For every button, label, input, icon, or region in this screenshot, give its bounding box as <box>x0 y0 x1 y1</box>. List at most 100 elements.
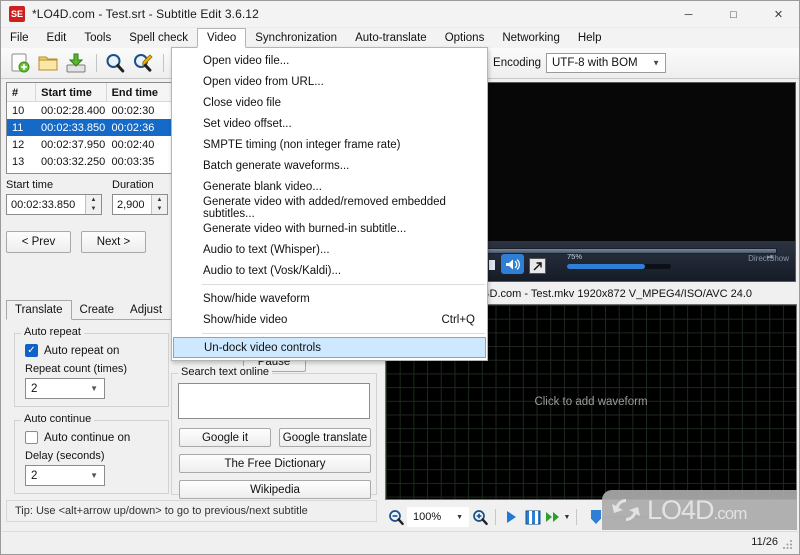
cell-start-time: 00:03:32.250 <box>41 155 106 168</box>
stepper-down-icon[interactable]: ▼ <box>86 205 101 215</box>
waveform-toolbar-separator <box>495 509 496 525</box>
checkbox-checked-icon: ✓ <box>25 344 38 357</box>
menu-item-generate-video-embedded-subtitles[interactable]: Generate video with added/removed embedd… <box>172 196 487 220</box>
tab-adjust[interactable]: Adjust <box>122 300 170 320</box>
toolbar-separator-2 <box>163 54 164 72</box>
maximize-button[interactable]: □ <box>711 1 756 28</box>
open-file-icon[interactable] <box>35 51 61 76</box>
close-button[interactable]: ✕ <box>756 1 799 28</box>
zoom-out-icon[interactable] <box>385 506 407 528</box>
fullscreen-icon[interactable] <box>529 258 546 274</box>
menu-item-generate-video-burned-in[interactable]: Generate video with burned-in subtitle..… <box>172 218 487 239</box>
encoding-value: UTF-8 with BOM <box>552 57 638 69</box>
watermark-text: LO4D.com <box>647 494 747 525</box>
menu-item-un-dock-video-controls[interactable]: Un-dock video controls <box>173 337 486 358</box>
table-row[interactable]: 13 00:03:32.250 00:03:35 <box>7 153 177 170</box>
stepper-down-icon[interactable]: ▼ <box>152 205 167 215</box>
zoom-in-icon[interactable] <box>469 506 491 528</box>
waveform-vertical-slider-handle[interactable] <box>591 510 601 524</box>
column-header-number[interactable]: # <box>7 83 37 102</box>
app-icon: SE <box>9 6 25 22</box>
repeat-count-select[interactable]: 2 ▼ <box>25 378 105 399</box>
menu-networking[interactable]: Networking <box>493 28 569 48</box>
play-icon[interactable] <box>500 506 522 528</box>
menu-item-show-hide-waveform[interactable]: Show/hide waveform <box>172 288 487 309</box>
table-row[interactable]: 11 00:02:33.850 00:02:36 <box>7 119 177 136</box>
search-input[interactable] <box>178 383 370 419</box>
menu-item-set-video-offset[interactable]: Set video offset... <box>172 113 487 134</box>
replace-icon[interactable] <box>130 51 156 76</box>
menu-separator-2 <box>202 333 485 334</box>
speaker-icon[interactable] <box>501 254 524 274</box>
menu-file[interactable]: File <box>1 28 38 48</box>
menu-synchronization[interactable]: Synchronization <box>246 28 346 48</box>
auto-repeat-group: Auto repeat ✓ Auto repeat on Repeat coun… <box>14 326 169 407</box>
column-header-start-time[interactable]: Start time <box>36 83 107 102</box>
wikipedia-button[interactable]: Wikipedia <box>179 480 371 499</box>
save-file-icon[interactable] <box>63 51 89 76</box>
minimize-button[interactable]: ─ <box>666 1 711 28</box>
cell-end-time: 00:03:35 <box>111 155 155 168</box>
encoding-combo[interactable]: UTF-8 with BOM ▼ <box>546 53 666 73</box>
forward-dropdown-icon[interactable]: ▼ <box>562 506 572 528</box>
delay-select[interactable]: 2 ▼ <box>25 465 105 486</box>
menu-tools[interactable]: Tools <box>75 28 120 48</box>
fast-forward-icon[interactable] <box>544 506 562 528</box>
auto-continue-checkbox[interactable]: Auto continue on <box>25 431 168 444</box>
auto-continue-label: Auto continue on <box>44 431 131 444</box>
tab-translate[interactable]: Translate <box>6 300 72 320</box>
menu-item-open-video-from-url[interactable]: Open video from URL... <box>172 71 487 92</box>
menu-item-generate-blank-video[interactable]: Generate blank video... <box>172 176 487 197</box>
search-online-group: Search text online Google it Google tran… <box>171 366 377 499</box>
spectrogram-icon[interactable] <box>522 506 544 528</box>
start-time-input[interactable]: 00:02:33.850 ▲ ▼ <box>6 194 102 215</box>
menu-item-audio-to-text-whisper[interactable]: Audio to text (Whisper)... <box>172 239 487 260</box>
table-row[interactable]: 12 00:02:37.950 00:02:40 <box>7 136 177 153</box>
chevron-down-icon: ▼ <box>456 513 463 521</box>
menu-item-audio-to-text-vosk[interactable]: Audio to text (Vosk/Kaldi)... <box>172 260 487 281</box>
new-file-icon[interactable] <box>7 51 33 76</box>
google-it-button[interactable]: Google it <box>179 428 271 447</box>
menu-spell-check[interactable]: Spell check <box>120 28 197 48</box>
menu-item-label: Show/hide video <box>203 313 288 326</box>
delay-label: Delay (seconds) <box>25 450 105 462</box>
stepper-up-icon[interactable]: ▲ <box>86 195 101 205</box>
video-player[interactable]: ▸▸ 75% DirectShow <box>478 82 796 282</box>
menu-item-close-video-file[interactable]: Close video file <box>172 92 487 113</box>
menu-auto-translate[interactable]: Auto-translate <box>346 28 436 48</box>
cell-number: 10 <box>12 104 25 117</box>
table-row[interactable]: 10 00:02:28.400 00:02:30 <box>7 102 177 119</box>
zoom-level-combo[interactable]: 100% ▼ <box>407 507 469 527</box>
start-time-stepper[interactable]: ▲ ▼ <box>85 195 101 214</box>
menu-video[interactable]: Video <box>197 28 247 48</box>
window-title: *LO4D.com - Test.srt - Subtitle Edit 3.6… <box>32 7 259 21</box>
menu-item-smpte-timing[interactable]: SMPTE timing (non integer frame rate) <box>172 134 487 155</box>
auto-repeat-checkbox[interactable]: ✓ Auto repeat on <box>25 344 168 357</box>
tab-strip: Translate Create Adjust <box>6 300 178 320</box>
video-screen[interactable] <box>479 83 795 241</box>
find-icon[interactable] <box>102 51 128 76</box>
subtitle-list[interactable]: # Start time End time 10 00:02:28.400 00… <box>6 82 178 174</box>
google-translate-button[interactable]: Google translate <box>279 428 371 447</box>
stepper-up-icon[interactable]: ▲ <box>152 195 167 205</box>
menu-options[interactable]: Options <box>436 28 494 48</box>
menu-item-batch-generate-waveforms[interactable]: Batch generate waveforms... <box>172 155 487 176</box>
menu-item-show-hide-video[interactable]: Show/hide video Ctrl+Q <box>172 309 487 330</box>
duration-input[interactable]: 2,900 ▲ ▼ <box>112 194 168 215</box>
menu-help[interactable]: Help <box>569 28 611 48</box>
cell-number: 13 <box>12 155 25 168</box>
duration-stepper[interactable]: ▲ ▼ <box>151 195 167 214</box>
menu-item-open-video-file[interactable]: Open video file... <box>172 50 487 71</box>
column-header-end-time[interactable]: End time <box>107 83 177 102</box>
menu-edit[interactable]: Edit <box>38 28 76 48</box>
free-dictionary-button[interactable]: The Free Dictionary <box>179 454 371 473</box>
resize-grip-icon[interactable] <box>782 538 794 550</box>
next-button[interactable]: Next > <box>81 231 146 253</box>
video-seek-bar[interactable]: ▸▸ <box>485 248 777 261</box>
tab-create[interactable]: Create <box>72 300 123 320</box>
cell-number: 12 <box>12 138 25 151</box>
video-engine-label: DirectShow <box>748 254 789 263</box>
volume-slider[interactable] <box>567 264 671 269</box>
window-controls: ─ □ ✕ <box>666 1 799 28</box>
prev-button[interactable]: < Prev <box>6 231 71 253</box>
